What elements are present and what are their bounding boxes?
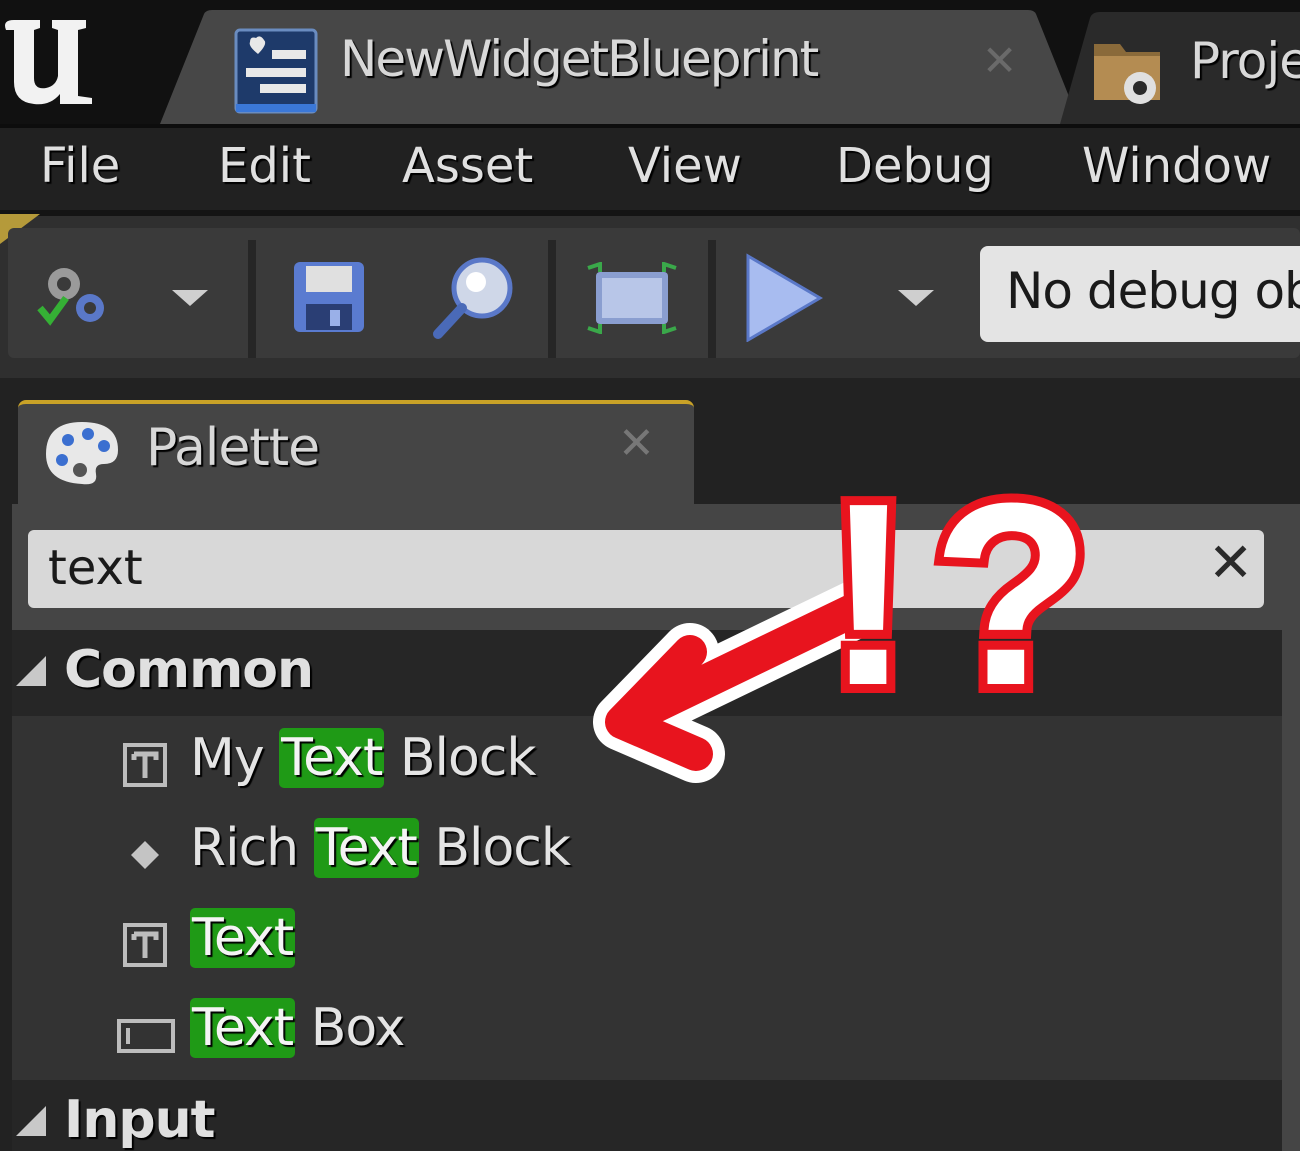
palette-icon [46,422,118,485]
search-match-highlight: Text [279,728,385,788]
menu-asset[interactable]: Asset [402,138,533,194]
play-icon[interactable] [742,252,824,342]
menu-file[interactable]: File [40,138,120,194]
list-item[interactable]: Text Box [12,988,1282,1078]
close-icon[interactable]: ✕ [982,40,1017,82]
item-label: My Text Block [190,728,537,788]
tab-label: Proje [1190,32,1300,90]
toolbar-separator [548,240,556,358]
tab-project-settings[interactable]: Proje [1060,12,1300,124]
item-label: Text [190,908,296,968]
unreal-engine-logo[interactable] [0,8,108,108]
text-box-icon [117,1019,175,1053]
play-options-dropdown[interactable] [898,290,934,306]
debug-object-value: No debug ob [1006,262,1300,320]
menu-debug[interactable]: Debug [836,138,994,194]
menu-bar: File Edit Asset View Debug Window [0,124,1300,210]
tab-label: NewWidgetBlueprint [340,30,819,88]
widget-blueprint-icon [234,28,318,114]
debug-object-select[interactable]: No debug ob [980,246,1300,342]
toolbar-separator [708,240,716,358]
compile-options-dropdown[interactable] [172,290,208,306]
palette-search-box[interactable]: ✕ [28,530,1264,608]
tab-palette[interactable]: Palette ✕ [18,400,694,504]
search-match-highlight: Text [313,818,419,878]
list-item[interactable]: My Text Block [12,718,1282,808]
text-block-icon [123,923,167,967]
clear-search-icon[interactable]: ✕ [1208,536,1253,590]
close-icon[interactable]: ✕ [618,422,655,466]
toolbar-separator [248,240,256,358]
tab-label: Palette [146,418,320,478]
list-item[interactable]: Rich Text Block [12,808,1282,898]
collapse-arrow-icon[interactable] [16,1106,46,1136]
diamond-icon [131,841,159,869]
category-label: Input [64,1090,215,1150]
menu-view[interactable]: View [628,138,742,194]
save-icon[interactable] [290,258,368,336]
widget-preview-icon[interactable] [586,262,678,334]
palette-tree: Common My Text Block Rich Text Block Tex… [12,630,1282,1151]
collapse-arrow-icon[interactable] [16,656,46,686]
item-label: Text Box [190,998,405,1058]
menu-window[interactable]: Window [1082,138,1271,194]
project-settings-icon [1094,44,1160,104]
tab-new-widget-blueprint[interactable]: NewWidgetBlueprint ✕ [160,10,1080,124]
search-match-highlight: Text [190,908,296,968]
text-block-icon [123,743,167,787]
find-icon[interactable] [428,252,524,342]
list-item[interactable]: Text [12,898,1282,988]
search-match-highlight: Text [190,998,296,1058]
category-common[interactable]: Common [12,630,1282,716]
category-input[interactable]: Input [12,1080,1282,1151]
category-label: Common [64,640,314,700]
search-input[interactable] [48,538,1048,598]
menu-edit[interactable]: Edit [218,138,311,194]
item-label: Rich Text Block [190,818,571,878]
compile-settings-icon[interactable] [34,258,114,334]
